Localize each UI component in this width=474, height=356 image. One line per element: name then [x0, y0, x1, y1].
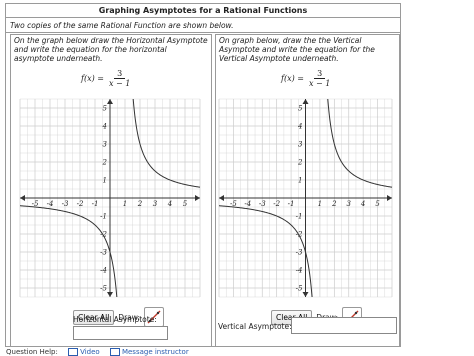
y-tick-label: -4: [100, 267, 107, 275]
x-tick-label: -2: [273, 200, 280, 208]
x-tick-label: 3: [347, 200, 352, 208]
question-panel: Graphing Asymptotes for a Rational Funct…: [5, 3, 401, 347]
x-tick-label: 4: [360, 200, 365, 208]
y-tick-label: 3: [103, 141, 108, 149]
function-denominator: x − 1: [308, 79, 331, 88]
x-axis-arrow-icon: [219, 195, 224, 201]
x-tick-label: -1: [92, 200, 99, 208]
y-tick-label: 1: [298, 177, 302, 185]
y-tick-label: -3: [296, 249, 303, 257]
x-tick-label: 1: [123, 200, 127, 208]
vertical-asymptote-label: Vertical Asymptote:: [218, 322, 292, 331]
y-tick-label: 5: [298, 105, 303, 113]
page-title: Graphing Asymptotes for a Rational Funct…: [6, 4, 400, 18]
y-tick-label: 3: [298, 141, 303, 149]
function-lhs: f(x) =: [81, 74, 104, 83]
x-tick-label: 2: [137, 200, 143, 208]
right-instructions: On graph below, draw the the Vertical As…: [219, 36, 375, 63]
y-tick-label: -4: [296, 267, 303, 275]
y-tick-label: -3: [100, 249, 107, 257]
left-column: On the graph below draw the Horizontal A…: [10, 34, 212, 346]
x-tick-label: -3: [259, 200, 266, 208]
horizontal-asymptote-input[interactable]: [73, 326, 168, 340]
y-axis-arrow-icon: [107, 99, 113, 104]
y-tick-label: -5: [296, 285, 303, 293]
x-tick-label: -4: [244, 200, 251, 208]
x-tick-label: -2: [77, 200, 84, 208]
y-tick-label: -5: [100, 285, 107, 293]
curve-right-branch: [327, 98, 393, 188]
horizontal-asymptote-label: Horizontal Asymptote:: [73, 315, 157, 324]
right-function-label: f(x) = 3 x − 1: [281, 69, 332, 88]
curve-right-branch: [132, 98, 201, 188]
y-tick-label: 1: [103, 177, 107, 185]
function-fraction: 3 x − 1: [107, 69, 132, 88]
x-tick-label: 1: [318, 200, 322, 208]
x-tick-label: -4: [47, 200, 54, 208]
x-tick-label: -3: [62, 200, 69, 208]
y-tick-label: 2: [297, 159, 303, 167]
x-tick-label: 5: [183, 200, 188, 208]
y-tick-label: 4: [102, 123, 107, 131]
x-tick-label: 5: [375, 200, 380, 208]
left-function-label: f(x) = 3 x − 1: [81, 69, 132, 88]
y-tick-label: 2: [102, 159, 108, 167]
function-lhs: f(x) =: [281, 74, 304, 83]
y-axis-arrow-icon: [302, 292, 309, 297]
y-axis-arrow-icon: [302, 99, 309, 104]
function-numerator: 3: [314, 69, 326, 79]
x-tick-label: 4: [167, 200, 172, 208]
y-tick-label: -1: [296, 213, 303, 221]
right-column: On graph below, draw the the Vertical As…: [215, 34, 400, 346]
y-tick-label: 4: [297, 123, 302, 131]
x-axis-arrow-icon: [195, 195, 200, 201]
left-instructions: On the graph below draw the Horizontal A…: [14, 36, 208, 63]
y-tick-label: 5: [103, 105, 108, 113]
right-graph[interactable]: -5 -4 -3 -2 -1 1 2 3 4 554321-1-2-3-4-5: [213, 93, 398, 303]
vertical-asymptote-input[interactable]: [291, 317, 397, 334]
function-numerator: 3: [114, 69, 126, 79]
x-axis-arrow-icon: [20, 195, 25, 201]
left-graph[interactable]: -5 -4 -3 -2 -1 1 2 3 4 554321-1-2-3-4-5: [14, 93, 206, 303]
y-tick-label: -1: [100, 213, 107, 221]
x-axis-arrow-icon: [387, 195, 392, 201]
function-fraction: 3 x − 1: [307, 69, 332, 88]
x-tick-label: 2: [331, 200, 337, 208]
function-denominator: x − 1: [108, 79, 131, 88]
x-tick-label: -1: [288, 200, 295, 208]
y-axis-arrow-icon: [107, 292, 113, 297]
page-subtitle: Two copies of the same Rational Function…: [6, 18, 400, 33]
x-tick-label: 3: [153, 200, 158, 208]
